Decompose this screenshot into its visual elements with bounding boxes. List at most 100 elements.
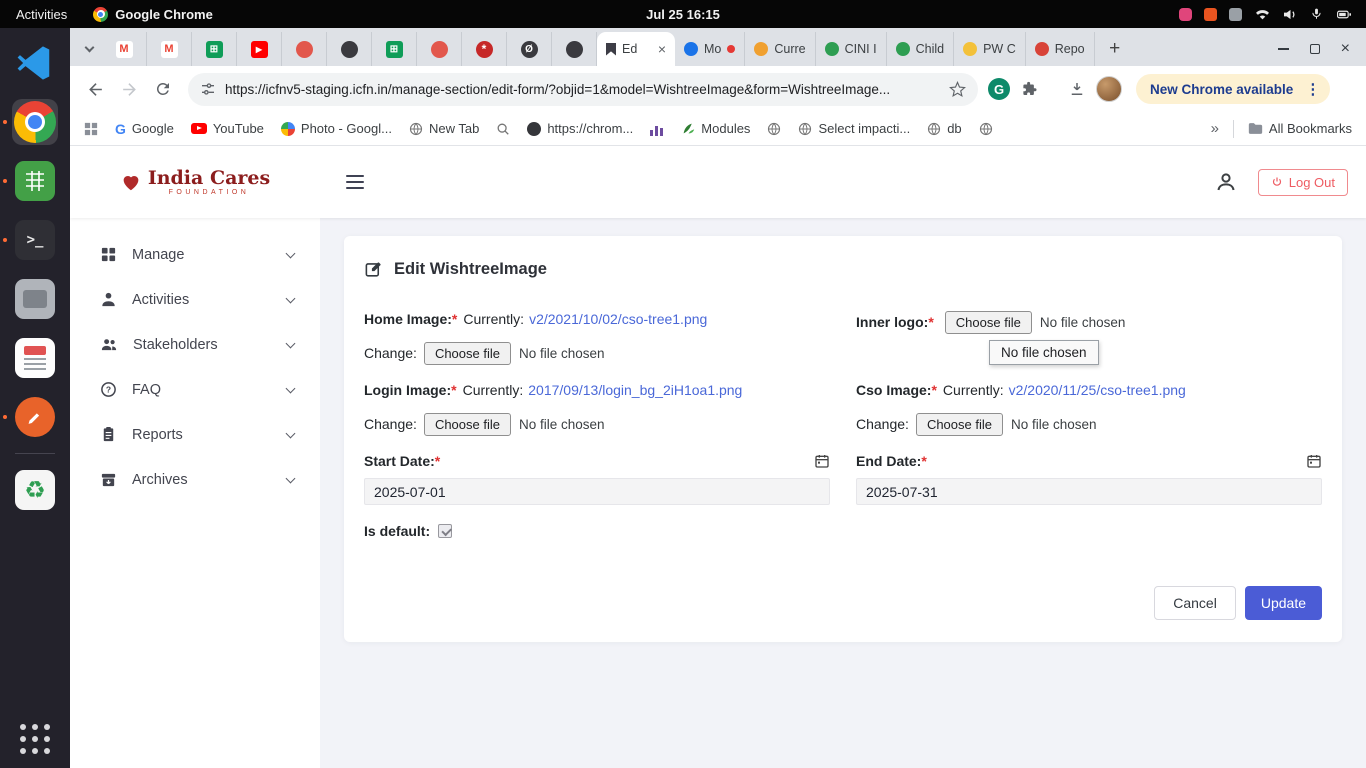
calendar-icon[interactable] — [1306, 453, 1322, 469]
logout-button[interactable]: Log Out — [1258, 169, 1348, 196]
dock-spreadsheet-icon[interactable] — [12, 158, 58, 204]
restore-icon[interactable] — [1310, 44, 1320, 54]
end-date-input[interactable] — [856, 478, 1322, 505]
tab-close-icon[interactable]: × — [658, 41, 666, 57]
search-icon[interactable] — [496, 122, 510, 136]
update-button[interactable]: Update — [1245, 586, 1322, 620]
sidebar-item-faq[interactable]: ? FAQ — [70, 367, 320, 412]
show-applications-button[interactable] — [20, 724, 50, 754]
system-tray[interactable] — [1179, 7, 1366, 21]
brand-logo[interactable]: India Cares FOUNDATION — [70, 168, 320, 197]
dock-vscode-icon[interactable] — [12, 40, 58, 86]
browser-toolbar: https://icfnv5-staging.icfn.in/manage-se… — [70, 66, 1366, 112]
bookmark-select-impact[interactable]: Select impacti... — [798, 121, 910, 136]
bookmark-modules[interactable]: Modules — [682, 121, 750, 136]
form-right-column: Inner logo:* Choose file No file chosen … — [856, 309, 1322, 522]
bookmark-youtube[interactable]: YouTube — [191, 121, 264, 136]
close-icon[interactable]: × — [1341, 41, 1350, 57]
tab-meet[interactable]: Mo — [675, 32, 745, 66]
tab-gmail[interactable]: M — [102, 32, 147, 66]
sidebar-item-reports[interactable]: Reports — [70, 412, 320, 457]
bookmark-chrome-link[interactable]: https://chrom... — [527, 121, 633, 136]
home-image-link[interactable]: v2/2021/10/02/cso-tree1.png — [529, 311, 707, 327]
active-tab-edit-form[interactable]: Ed × — [597, 32, 675, 66]
sidebar-item-stakeholders[interactable]: Stakeholders — [70, 322, 320, 367]
choose-file-button[interactable]: Choose file — [916, 413, 1003, 436]
required-asterisk: * — [435, 453, 440, 469]
tab-site[interactable] — [417, 32, 462, 66]
all-bookmarks-button[interactable]: All Bookmarks — [1248, 121, 1352, 136]
tab-site[interactable] — [552, 32, 597, 66]
downloads-button[interactable] — [1062, 74, 1092, 104]
dock-document-icon[interactable] — [12, 335, 58, 381]
clock[interactable]: Jul 25 16:15 — [646, 7, 720, 22]
tray-app-icon[interactable] — [1229, 8, 1242, 21]
globe-icon[interactable] — [767, 122, 781, 136]
tab-youtube[interactable]: ▶ — [237, 32, 282, 66]
start-date-input[interactable] — [364, 478, 830, 505]
tab-gmail[interactable]: M — [147, 32, 192, 66]
focused-app-indicator[interactable]: Google Chrome — [83, 7, 223, 22]
tab-site[interactable]: * — [462, 32, 507, 66]
cso-image-link[interactable]: v2/2020/11/25/cso-tree1.png — [1009, 382, 1186, 398]
tab-site[interactable]: Ø — [507, 32, 552, 66]
cancel-button[interactable]: Cancel — [1154, 586, 1236, 620]
choose-file-button[interactable]: Choose file — [424, 342, 511, 365]
chevron-down-icon — [286, 383, 296, 393]
url-text[interactable]: https://icfnv5-staging.icfn.in/manage-se… — [225, 82, 940, 97]
login-image-link[interactable]: 2017/09/13/login_bg_2iH1oa1.png — [528, 382, 742, 398]
bookmark-new-tab[interactable]: New Tab — [409, 121, 479, 136]
chrome-update-chip[interactable]: New Chrome available ⋮ — [1136, 74, 1330, 104]
reload-button[interactable] — [148, 74, 178, 104]
dock-recycle-app-icon[interactable]: ♻ — [12, 467, 58, 513]
cso-image-row: Cso Image:* Currently: v2/2020/11/25/cso… — [856, 380, 1322, 400]
bookmark-star-icon[interactable] — [949, 81, 966, 98]
sidebar-item-archives[interactable]: Archives — [70, 457, 320, 502]
tab-child[interactable]: Child — [887, 32, 955, 66]
chevron-down-icon — [286, 338, 296, 348]
calendar-icon[interactable] — [814, 453, 830, 469]
tab-site[interactable] — [282, 32, 327, 66]
site-settings-icon[interactable] — [200, 81, 216, 97]
new-tab-button[interactable]: + — [1101, 35, 1129, 63]
apps-grid-icon[interactable] — [84, 122, 98, 136]
tab-search-chevron-icon[interactable] — [76, 32, 102, 66]
window-controls: × — [1278, 32, 1360, 66]
bookmarks-overflow-chevron[interactable]: » — [1211, 120, 1219, 137]
tab-sheets[interactable]: ⊞ — [372, 32, 417, 66]
sidebar-item-activities[interactable]: Activities — [70, 277, 320, 322]
bookmark-google[interactable]: GGoogle — [115, 121, 174, 137]
profile-avatar[interactable] — [1096, 76, 1122, 102]
bookmark-photos[interactable]: Photo - Googl... — [281, 121, 392, 136]
dock-chrome-icon[interactable] — [12, 99, 58, 145]
back-button[interactable] — [80, 74, 110, 104]
activities-button[interactable]: Activities — [0, 0, 83, 28]
globe-icon[interactable] — [979, 122, 993, 136]
tab-repo[interactable]: Repo — [1026, 32, 1095, 66]
bar-chart-icon[interactable] — [650, 121, 665, 136]
cso-image-change-row: Change: Choose file No file chosen — [856, 411, 1322, 437]
choose-file-button[interactable]: Choose file — [424, 413, 511, 436]
grammar-extension-icon[interactable]: G — [988, 78, 1010, 100]
sidebar-item-manage[interactable]: Manage — [70, 232, 320, 277]
tab-sheets[interactable]: ⊞ — [192, 32, 237, 66]
tab-pw[interactable]: PW C — [954, 32, 1026, 66]
dock-editor-icon[interactable] — [12, 394, 58, 440]
kebab-menu-icon[interactable]: ⋮ — [1301, 80, 1324, 98]
dock-files-icon[interactable] — [12, 276, 58, 322]
tab-cini[interactable]: CINI I — [816, 32, 887, 66]
tray-app-icon[interactable] — [1179, 8, 1192, 21]
bookmark-db[interactable]: db — [927, 121, 961, 136]
tab-site[interactable] — [327, 32, 372, 66]
address-bar[interactable]: https://icfnv5-staging.icfn.in/manage-se… — [188, 73, 978, 106]
forward-button[interactable] — [114, 74, 144, 104]
dock-terminal-icon[interactable]: >_ — [12, 217, 58, 263]
is-default-checkbox[interactable] — [438, 524, 452, 538]
minimize-icon[interactable] — [1278, 48, 1289, 50]
extensions-puzzle-icon[interactable] — [1014, 74, 1044, 104]
tray-app-icon[interactable] — [1204, 8, 1217, 21]
hamburger-menu-icon[interactable] — [346, 175, 364, 190]
tab-current[interactable]: Curre — [745, 32, 815, 66]
user-icon[interactable] — [1214, 170, 1238, 194]
choose-file-button[interactable]: Choose file — [945, 311, 1032, 334]
